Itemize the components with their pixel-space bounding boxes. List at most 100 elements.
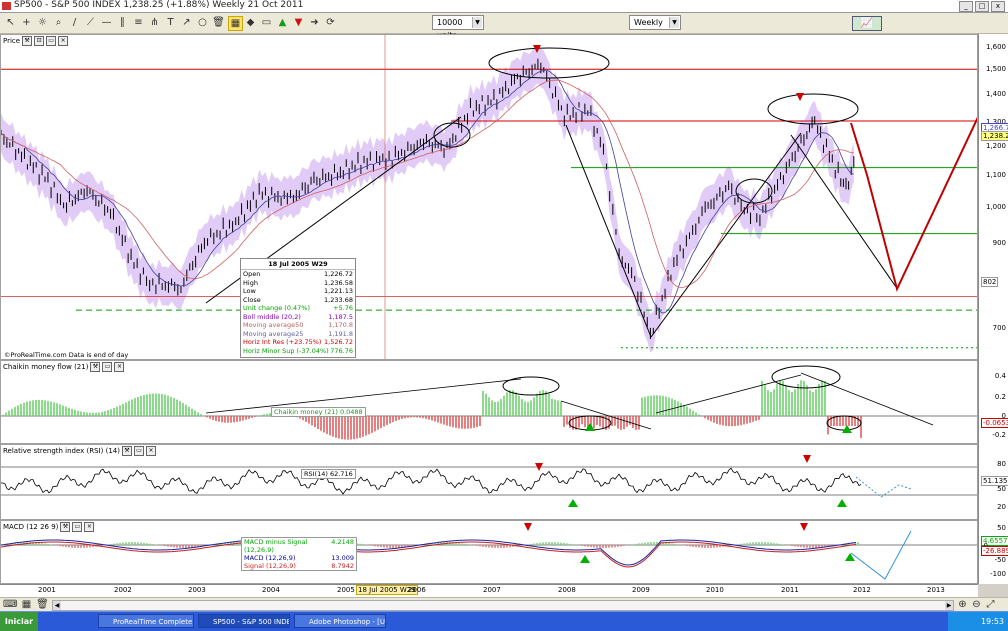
macd-chart[interactable]	[1, 521, 978, 584]
maximize-icon[interactable]: □	[975, 1, 989, 12]
pitchfork-icon[interactable]: ⋔	[148, 16, 161, 29]
start-button[interactable]: Iniciar	[0, 612, 38, 631]
zoom-out-icon[interactable]: ⊖	[970, 598, 983, 611]
down-arrow-marker	[800, 523, 808, 531]
up-arrow-marker	[568, 499, 578, 507]
macd-legend-value: 8.7942	[331, 562, 354, 570]
scroll-bar-row: ⌨ ▦ 🗑 ◀ ▶ ⊕ ⊖ ⤢	[0, 597, 1008, 611]
infobox-key: Horiz Minor Sup (-37.04%)	[243, 346, 329, 355]
cursor-icon[interactable]: ↖	[4, 16, 17, 29]
price-panel: Price ⚒ ⊡ ▭ × ©ProRealTime.com Data is e…	[0, 34, 978, 360]
task-prorealtime[interactable]: ProRealTime Complete	[98, 614, 194, 628]
up-arrow-marker	[845, 553, 855, 561]
refresh-icon[interactable]: ⟳	[324, 16, 337, 29]
scroll-right-icon[interactable]: ▶	[945, 601, 953, 610]
year-tick: 2006	[408, 586, 426, 594]
infobox-key: Moving average25	[243, 329, 304, 338]
infobox-row: Horiz Int Res (+23.75%) 1,526.72	[241, 338, 355, 347]
rect-icon[interactable]: ▭	[260, 16, 273, 29]
price-tag-close: 1,238.25	[981, 131, 1008, 141]
macd-tick: -100	[990, 570, 1006, 578]
price-chart[interactable]	[1, 35, 978, 360]
text-icon[interactable]: T	[164, 16, 177, 29]
hline-icon[interactable]: —	[100, 16, 113, 29]
trend-line	[565, 124, 652, 338]
crosshair-icon[interactable]: +	[20, 16, 33, 29]
chevron-down-icon: ▼	[669, 17, 679, 28]
infobox-key: High	[243, 278, 258, 287]
macd-tag: -26.889	[981, 546, 1008, 556]
ellipse-icon[interactable]: ○	[196, 16, 209, 29]
cmf-ellipse	[826, 415, 862, 431]
cmf-y-axis[interactable]: 0.4 0.2 0 -0.0653 -0.2	[978, 360, 1008, 444]
trendline-icon[interactable]: ⟋	[84, 16, 97, 29]
scroll-left-icon[interactable]: ◀	[53, 601, 61, 610]
units-select[interactable]: 10000 units ▼	[432, 15, 484, 40]
marker-icon[interactable]: ◆	[244, 16, 257, 29]
grid-icon[interactable]: ▦	[20, 598, 33, 611]
bollinger-band	[1, 44, 854, 353]
chart-style-icon[interactable]: 📈	[852, 16, 882, 31]
infobox-row: Horiz Minor Sup (-37.04%) 776.76	[241, 347, 355, 356]
zoom-in-icon[interactable]: ⊕	[956, 598, 969, 611]
infobox-row: Unit change (0.47%) +5.76	[241, 304, 355, 313]
year-tick: 2010	[706, 586, 724, 594]
macd-legend-value: 13.009	[331, 554, 354, 562]
cmf-chart[interactable]	[1, 361, 978, 444]
infobox-row: Moving average50 1,170.8	[241, 321, 355, 330]
right-arrow-icon[interactable]: ➜	[308, 16, 321, 29]
cmf-tick: 0.2	[994, 393, 1006, 401]
minimize-icon[interactable]: _	[959, 1, 973, 12]
close-icon[interactable]: x	[991, 1, 1005, 12]
keyboard-icon[interactable]: ⌨	[3, 598, 17, 611]
time-axis[interactable]: 18 Jul 2005 W29 2001 2002 2003 2004 2005 2006…	[0, 584, 978, 597]
macd-tick: -50	[994, 556, 1006, 564]
price-tick: 1,400	[985, 90, 1006, 98]
up-arrow-marker	[580, 555, 590, 563]
arrows-icon[interactable]: ↗	[180, 16, 193, 29]
cmf-panel: Chaikin money flow (21) ⚒ ▭ × Chaikin mo…	[0, 360, 978, 444]
down-arrow-icon[interactable]: ▼	[292, 16, 305, 29]
infobox-value: 1,191.8	[328, 329, 353, 338]
macd-legend-value: 4.2148	[331, 538, 354, 546]
channel-icon[interactable]: ∥	[116, 16, 129, 29]
macd-legend-key: MACD minus Signal (12,26,9)	[244, 538, 308, 554]
up-arrow-icon[interactable]: ▲	[276, 16, 289, 29]
trash-icon[interactable]: 🗑	[36, 598, 49, 611]
cmf-ellipse	[502, 376, 560, 396]
rsi-y-axis[interactable]: 80 51.135 50 20	[978, 444, 1008, 520]
macd-legend-row: Signal (12,26,9) 8.7942	[242, 562, 356, 570]
infobox-key: Low	[243, 287, 256, 295]
price-tick: 1,000	[985, 203, 1006, 211]
year-tick: 2002	[114, 586, 132, 594]
task-photoshop[interactable]: Adobe Photoshop - [Unti...	[294, 614, 386, 628]
infobox-row: Close 1,233.68	[241, 296, 355, 305]
line-icon[interactable]: /	[68, 16, 81, 29]
infobox-value: 776.76	[330, 346, 353, 355]
macd-y-axis[interactable]: 50 4.6557 0 -26.889 -50 -100	[978, 520, 1008, 584]
fit-icon[interactable]: ⤢	[984, 598, 997, 611]
infobox-row: Boll middle (20,2) 1,187.5	[241, 313, 355, 322]
zoom-icon[interactable]: ⌕	[52, 16, 65, 29]
down-arrow-marker	[524, 523, 532, 531]
fibonacci-icon[interactable]: ≡	[132, 16, 145, 29]
period-select[interactable]: Weekly ▼	[629, 15, 681, 30]
year-tick: 2003	[188, 586, 206, 594]
price-tick: 1,100	[985, 171, 1006, 179]
year-tick: 2011	[781, 586, 799, 594]
ohlc-infobox: 18 Jul 2005 W29 Open 1,226.72 High 1,236.58…	[240, 258, 356, 358]
horizontal-scrollbar[interactable]: ◀ ▶	[52, 600, 954, 611]
price-y-axis[interactable]: 1,600 1,500 1,400 1,300 1,266.7 1,238.25…	[978, 34, 1008, 360]
rsi-chart[interactable]	[1, 445, 978, 520]
trash-icon[interactable]: 🗑	[212, 16, 225, 29]
taskbar: Iniciar ProRealTime Complete SP500 - S&P…	[0, 611, 1008, 631]
window-controls: _ □ x	[959, 1, 1005, 12]
bulb-icon[interactable]: ☼	[36, 16, 49, 29]
price-tick: 1,500	[985, 65, 1006, 73]
trend-line	[650, 132, 802, 338]
trend-line	[790, 134, 897, 288]
task-sp500[interactable]: SP500 - S&P 500 INDEX ...	[198, 614, 290, 628]
infobox-row: Low 1,221.13	[241, 287, 355, 296]
infobox-value: +5.76	[333, 304, 353, 312]
highlight-icon[interactable]: ▦	[228, 16, 243, 31]
